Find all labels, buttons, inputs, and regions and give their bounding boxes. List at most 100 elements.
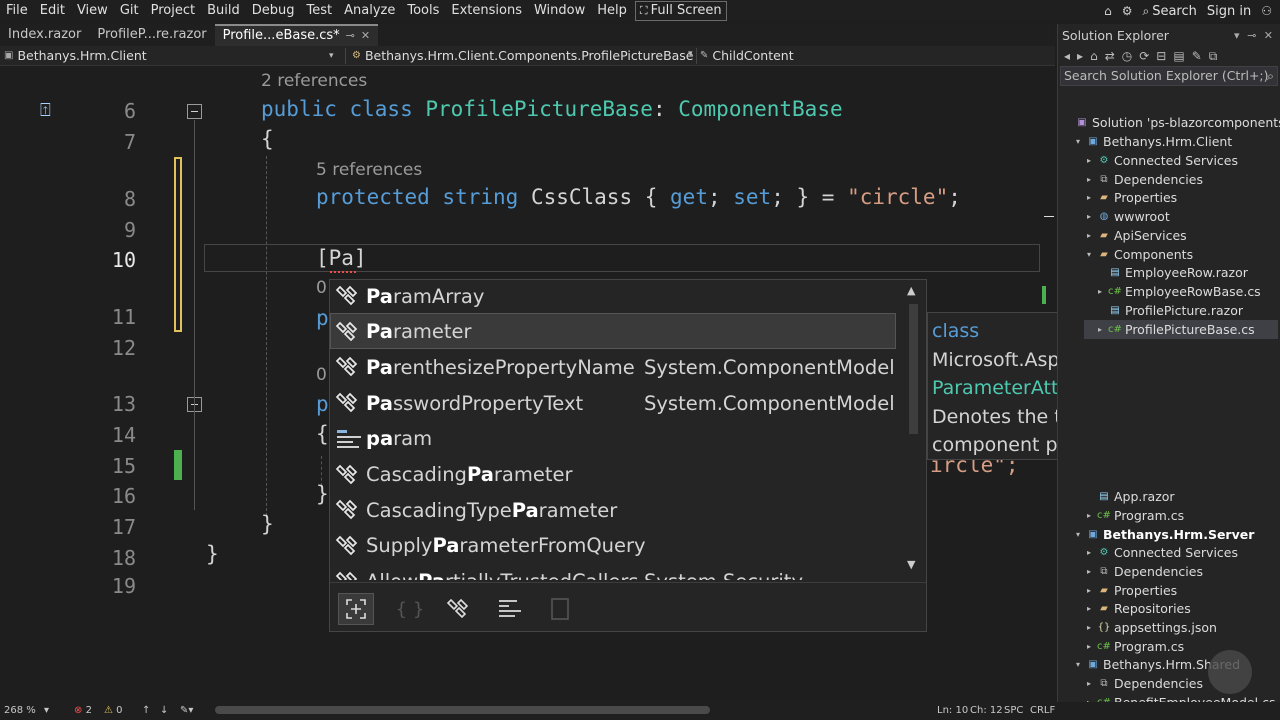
tree-node[interactable]: ▸ ▰ Properties (1084, 581, 1177, 600)
menu-view[interactable]: View (71, 0, 114, 22)
scroll-down-icon[interactable]: ▼ (907, 558, 915, 571)
warnings-indicator[interactable]: ⚠ 0 (104, 702, 123, 720)
menu-help[interactable]: Help (591, 0, 633, 22)
menu-git[interactable]: Git (114, 0, 145, 22)
tree-node[interactable]: ▸ c# Program.cs (1084, 637, 1184, 656)
collapse-all-icon[interactable]: ⊟ (1156, 49, 1166, 63)
tree-node[interactable]: ▸ ⧉ Dependencies (1084, 170, 1203, 189)
collapsed-arrow-icon[interactable]: ▸ (1084, 506, 1094, 525)
zoom-level[interactable]: 268 % (4, 702, 36, 720)
errors-indicator[interactable]: ⊗ 2 (74, 702, 92, 720)
column-indicator[interactable]: Ch: 12 (970, 702, 1003, 720)
feedback-icon[interactable]: ⌂ (1104, 4, 1112, 18)
tree-node[interactable]: ▸ ⚙ Connected Services (1084, 151, 1238, 170)
completion-item[interactable]: ParamArray (330, 280, 900, 314)
collapse-icon[interactable] (187, 104, 202, 119)
tree-node[interactable]: ▸ ▰ Properties (1084, 188, 1177, 207)
attribute-filter-icon[interactable] (442, 593, 478, 625)
snippet-filter-icon[interactable] (492, 593, 528, 625)
pending-changes-icon[interactable]: ◷ (1122, 49, 1132, 63)
previous-issue-icon[interactable]: ↑ (142, 702, 150, 720)
completion-item[interactable]: CascadingParameter (330, 457, 900, 493)
tree-node[interactable]: ▸ c# ProfilePictureBase.cs (1084, 320, 1278, 339)
expanded-arrow-icon[interactable]: ▾ (1073, 132, 1083, 151)
menu-analyze[interactable]: Analyze (338, 0, 401, 22)
keyword-filter-icon[interactable] (542, 593, 578, 625)
code-lens-references[interactable]: 0 (316, 278, 327, 298)
namespace-filter-icon[interactable]: { } (392, 593, 428, 625)
tree-node[interactable]: ▸ ◍ wwwroot (1084, 207, 1170, 226)
completion-item[interactable]: CascadingTypeParameter (330, 492, 900, 528)
close-icon[interactable]: ✕ (361, 27, 370, 45)
completion-item[interactable]: SupplyParameterFromQuery (330, 528, 900, 564)
menu-window[interactable]: Window (528, 0, 591, 22)
code-lens-references[interactable]: 5 references (316, 160, 422, 180)
expanded-arrow-icon[interactable]: ▾ (1084, 245, 1094, 264)
tab-index-razor[interactable]: Index.razor (0, 24, 89, 46)
line-ending-indicator[interactable]: CRLF (1030, 702, 1055, 720)
settings-icon[interactable]: ⚙ (1122, 4, 1133, 18)
tree-node[interactable]: ▸ ▰ ApiServices (1084, 226, 1187, 245)
scrollbar-thumb[interactable] (909, 304, 918, 434)
tree-node[interactable]: ▾ ▣ Bethanys.Hrm.Client (1073, 132, 1232, 151)
tree-node[interactable]: ▤ ProfilePicture.razor (1095, 301, 1243, 320)
pin-icon[interactable]: ⊸ (346, 27, 355, 45)
collapsed-arrow-icon[interactable]: ▸ (1084, 581, 1094, 600)
search-button[interactable]: ⌕ Search (1142, 4, 1196, 19)
collapsed-arrow-icon[interactable]: ▸ (1084, 599, 1094, 618)
properties-icon[interactable]: ✎ (1192, 49, 1202, 63)
preview-icon[interactable]: ⧉ (1209, 49, 1218, 64)
forward-icon[interactable]: ▸ (1077, 49, 1083, 63)
tree-node[interactable]: ▸ ⚙ Connected Services (1084, 543, 1238, 562)
completion-item[interactable]: AllowPartiallyTrustedCallers System.Secur… (330, 564, 900, 580)
next-issue-icon[interactable]: ↓ (160, 702, 168, 720)
fullscreen-button[interactable]: ⛶ Full Screen (634, 1, 727, 21)
code-lens-references[interactable]: 0 (316, 365, 327, 385)
collapsed-arrow-icon[interactable]: ▸ (1084, 637, 1094, 656)
tree-node[interactable]: ▤ App.razor (1084, 487, 1174, 506)
collapsed-arrow-icon[interactable]: ▸ (1084, 151, 1094, 170)
account-icon[interactable]: ⚇ (1261, 4, 1272, 18)
completion-item[interactable]: ParenthesizePropertyName System.Component… (330, 349, 900, 385)
collapsed-arrow-icon[interactable]: ▸ (1095, 282, 1105, 301)
menu-test[interactable]: Test (301, 0, 339, 22)
menu-build[interactable]: Build (201, 0, 246, 22)
back-icon[interactable]: ◂ (1064, 49, 1070, 63)
show-all-files-icon[interactable]: ▤ (1173, 49, 1184, 63)
code-lens-references[interactable]: 2 references (261, 71, 367, 91)
sign-in-link[interactable]: Sign in (1207, 4, 1251, 19)
tree-node[interactable]: ▾ ▰ Components (1084, 245, 1193, 264)
menu-edit[interactable]: Edit (34, 0, 71, 22)
collapsed-arrow-icon[interactable]: ▸ (1084, 674, 1094, 693)
tree-node[interactable]: ▸{} appsettings.json (1084, 618, 1217, 637)
expanded-arrow-icon[interactable]: ▾ (1073, 655, 1083, 674)
tree-node[interactable]: ▸ ⧉ Dependencies (1084, 674, 1203, 693)
tree-node[interactable]: ▤ EmployeeRow.razor (1095, 263, 1248, 282)
menu-extensions[interactable]: Extensions (445, 0, 528, 22)
menu-debug[interactable]: Debug (246, 0, 301, 22)
tree-node[interactable]: ▾ ▣ Bethanys.Hrm.Server (1073, 525, 1254, 544)
collapsed-arrow-icon[interactable]: ▸ (1084, 170, 1094, 189)
menu-tools[interactable]: Tools (401, 0, 445, 22)
completion-item[interactable]: param (330, 421, 900, 457)
tree-node[interactable]: ▸ ▰ Repositories (1084, 599, 1191, 618)
line-indicator[interactable]: Ln: 10 (937, 702, 968, 720)
collapsed-arrow-icon[interactable]: ▸ (1084, 226, 1094, 245)
sync-icon[interactable]: ⟳ (1139, 49, 1149, 63)
type-dropdown[interactable]: ⚙ Bethanys.Hrm.Client.Components.Profile… (352, 46, 694, 66)
home-icon[interactable]: ⌂ (1090, 49, 1098, 63)
collapsed-arrow-icon[interactable]: ▸ (1084, 207, 1094, 226)
tab-profilepicturebase-cs[interactable]: Profile...eBase.cs* ⊸ ✕ (214, 24, 379, 46)
menu-file[interactable]: File (0, 0, 34, 22)
member-dropdown[interactable]: ✎ ChildContent (700, 46, 794, 66)
tree-node[interactable]: ▸ c# Program.cs (1084, 506, 1184, 525)
cleanup-icon[interactable]: ✎▾ (180, 702, 193, 720)
switch-views-icon[interactable]: ⇄ (1105, 49, 1115, 63)
horizontal-scrollbar[interactable] (215, 706, 710, 714)
expanded-arrow-icon[interactable]: ▾ (1073, 525, 1083, 544)
tree-node[interactable]: ▸ c# EmployeeRowBase.cs (1095, 282, 1261, 301)
collapsed-arrow-icon[interactable]: ▸ (1095, 320, 1105, 339)
completion-item-selected[interactable]: Parameter (330, 314, 900, 350)
intellisense-completion-list[interactable]: ParamArray Parameter ParenthesizePropertyN… (329, 279, 927, 632)
completion-scrollbar[interactable]: ▲ ▼ (902, 280, 926, 582)
